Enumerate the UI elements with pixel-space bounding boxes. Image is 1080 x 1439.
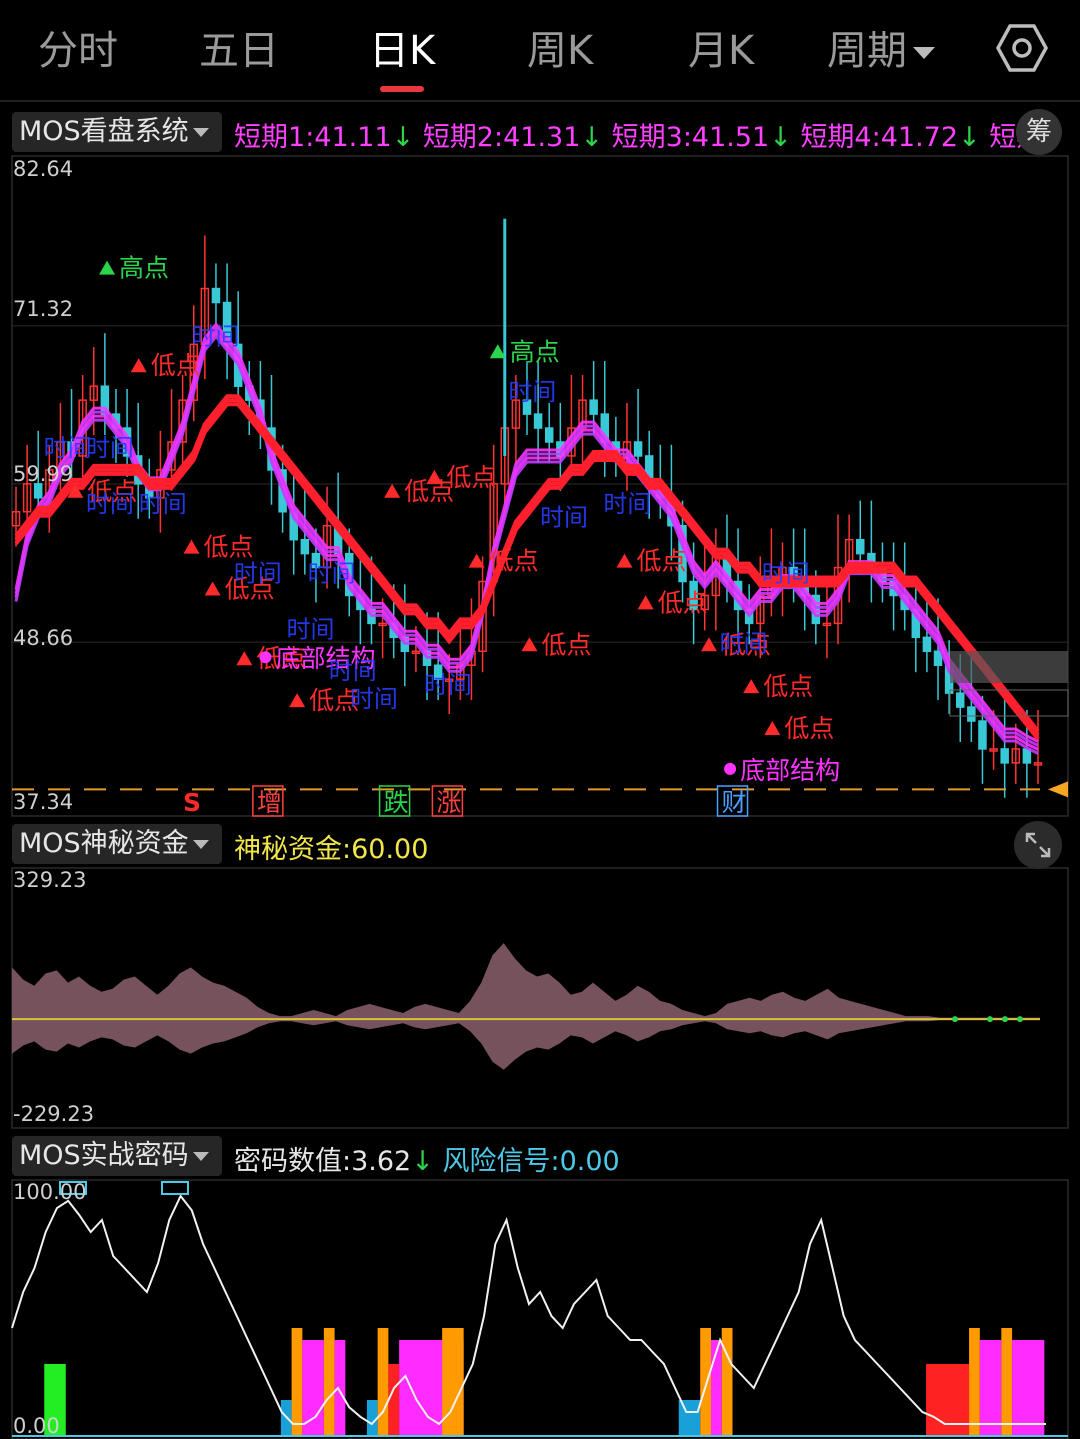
low-point-marker-5 (204, 581, 221, 596)
low-point-label-15: 低点 (763, 672, 813, 701)
candle-body (533, 413, 543, 429)
candle-body (300, 538, 310, 555)
signal-bar-16 (969, 1328, 980, 1436)
axis-min-code: 0.00 (13, 1414, 60, 1438)
low-point-marker-3 (130, 358, 147, 373)
time-label-12: 时间 (540, 504, 588, 532)
time-label-1: 时间 (86, 434, 134, 462)
candle-body (1022, 748, 1032, 764)
price-box-1 (950, 651, 1068, 683)
low-point-marker-14 (700, 637, 717, 652)
high-point-label-1: 高点 (510, 337, 560, 366)
signal-bar-2 (291, 1328, 303, 1436)
time-label-13: 时间 (603, 490, 651, 518)
axis-max-fund: 329.23 (13, 868, 87, 892)
candle-body (211, 287, 221, 304)
low-point-label-12: 低点 (636, 547, 686, 576)
signal-bar-8 (388, 1364, 400, 1436)
signal-badge-3: 涨 (436, 788, 461, 817)
time-label-6: 时间 (308, 560, 356, 588)
fund-dot-3 (1017, 1016, 1023, 1023)
time-label-7: 时间 (287, 615, 335, 643)
signal-bar-3 (302, 1340, 324, 1436)
fund-dot-1 (987, 1016, 993, 1023)
signal-bar-14 (721, 1328, 733, 1436)
time-label-15: 时间 (762, 560, 810, 588)
axis-max-main: 82.64 (13, 157, 74, 181)
low-point-label-3: 低点 (151, 351, 201, 380)
signal-bar-10 (442, 1328, 464, 1436)
time-label-3: 时间 (139, 490, 187, 518)
low-point-label-9: 低点 (446, 463, 496, 492)
low-point-marker-4 (183, 539, 200, 554)
low-point-label-13: 低点 (658, 588, 708, 617)
low-point-label-4: 低点 (204, 533, 254, 562)
low-point-marker-16 (764, 720, 781, 735)
low-point-marker-12 (616, 553, 633, 568)
axis-tick-main-3: 59.99 (13, 462, 74, 486)
low-point-marker-8 (384, 483, 401, 498)
candle-body (967, 706, 976, 722)
signal-bar-19 (1012, 1340, 1045, 1436)
code-line (11, 1194, 1046, 1426)
low-point-label-10: 低点 (489, 547, 539, 576)
bottom-structure-dot-0 (259, 651, 272, 664)
candle-body (955, 692, 965, 708)
candle-body (589, 399, 598, 415)
signal-bar-18 (1001, 1328, 1013, 1436)
low-point-marker-15 (743, 679, 760, 694)
peak-marker-1 (161, 1181, 189, 1195)
axis-min-fund: -229.23 (13, 1102, 95, 1126)
signal-bar-17 (979, 1340, 1002, 1436)
time-label-4: 时间 (192, 322, 240, 350)
candle-body (1000, 748, 1009, 764)
axis-max-code: 100.00 (13, 1180, 87, 1204)
fund-area (12, 943, 1040, 1070)
fund-dot-2 (1002, 1016, 1008, 1023)
signal-badge-4: 财 (722, 788, 747, 817)
candle-body (978, 720, 987, 750)
candle-body (856, 538, 865, 555)
high-point-label-0: 高点 (119, 254, 169, 283)
low-point-marker-6 (236, 651, 253, 666)
fund-dot-0 (952, 1016, 958, 1023)
low-point-label-11: 低点 (541, 630, 591, 659)
current-price-pointer (1048, 781, 1068, 798)
signal-bar-5 (334, 1340, 346, 1436)
time-label-8: 时间 (329, 657, 377, 685)
high-point-marker-0 (99, 260, 116, 275)
time-label-0: 时间 (44, 434, 92, 462)
time-label-5: 时间 (234, 560, 282, 588)
axis-min-main: 37.34 (13, 790, 74, 814)
time-label-11: 时间 (508, 378, 556, 406)
axis-tick-main-2: 71.32 (13, 297, 74, 321)
low-point-marker-11 (521, 637, 538, 652)
signal-bar-12 (700, 1328, 711, 1436)
time-label-14: 时间 (720, 629, 768, 657)
bottom-structure-dot-1 (724, 762, 737, 775)
time-label-10: 时间 (424, 671, 472, 699)
signal-badge-1: 增 (257, 788, 282, 817)
bottom-structure-label-1: 底部结构 (740, 756, 840, 785)
signal-bar-15 (926, 1364, 970, 1436)
signal-bar-4 (323, 1328, 335, 1436)
time-label-9: 时间 (350, 685, 398, 713)
candle-body (633, 441, 643, 457)
signal-bar-7 (377, 1328, 389, 1436)
low-point-marker-7 (289, 693, 306, 708)
candle-body (922, 636, 932, 653)
candle-body (544, 427, 554, 443)
axis-tick-main-4: 48.66 (13, 626, 74, 650)
signal-badge-0: S (183, 788, 201, 817)
low-point-label-16: 低点 (784, 714, 834, 743)
time-label-2: 时间 (86, 490, 134, 518)
signal-bar-11 (678, 1400, 701, 1436)
low-point-marker-13 (637, 595, 654, 610)
stock-chart[interactable]: 高点高点低点低点低点低点低点低点低点低点低点低点低点低点低点低点低点底部结构底部… (0, 0, 1080, 1439)
signal-badge-2: 跌 (384, 788, 409, 817)
